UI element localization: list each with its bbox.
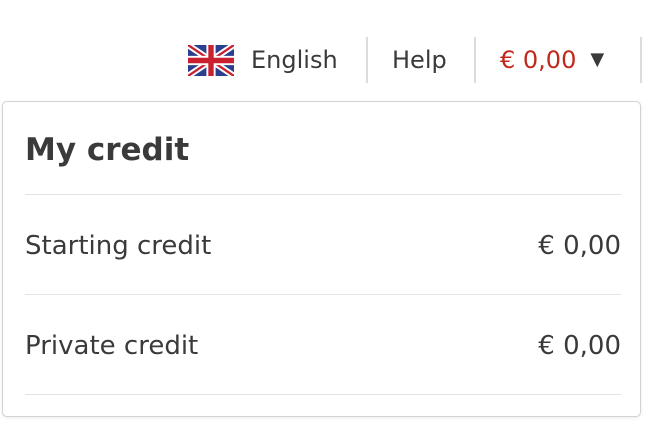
balance-value: € 0,00 (500, 46, 577, 74)
credit-row-value: € 0,00 (538, 331, 621, 361)
credit-dropdown-panel: My credit Starting credit € 0,00 Private… (2, 101, 641, 417)
language-label: English (251, 46, 338, 74)
credit-row-starting: Starting credit € 0,00 (25, 226, 621, 266)
divider (25, 394, 621, 395)
credit-row-label: Private credit (25, 331, 199, 361)
divider (25, 194, 621, 195)
balance-dropdown[interactable]: € 0,00 ▼ (500, 37, 604, 83)
separator (640, 37, 642, 83)
panel-title: My credit (25, 132, 190, 168)
separator (474, 37, 476, 83)
credit-row-label: Starting credit (25, 231, 212, 261)
help-link[interactable]: Help (392, 37, 447, 83)
credit-row-value: € 0,00 (538, 231, 621, 261)
uk-flag-icon (188, 44, 234, 76)
language-selector[interactable]: English (188, 37, 338, 83)
separator (366, 37, 368, 83)
top-bar: English Help € 0,00 ▼ (0, 37, 648, 83)
divider (25, 294, 621, 295)
credit-row-private: Private credit € 0,00 (25, 326, 621, 366)
caret-down-icon: ▼ (590, 49, 605, 70)
